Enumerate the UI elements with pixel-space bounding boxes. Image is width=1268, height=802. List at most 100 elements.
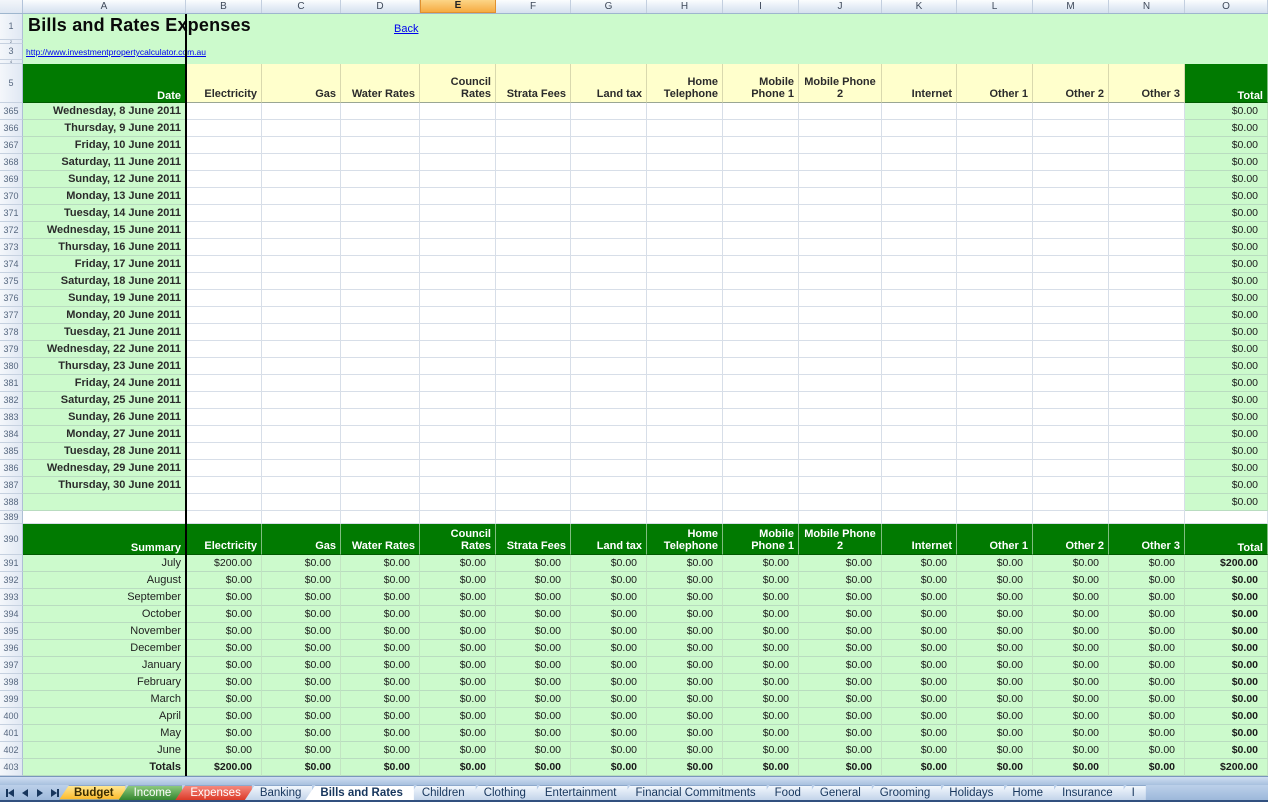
cell-home-telephone[interactable]: $0.00 xyxy=(647,640,723,657)
row-header-369[interactable]: 369 xyxy=(0,171,23,188)
cell-strata-fees[interactable] xyxy=(496,324,571,341)
cell-water-rates[interactable] xyxy=(341,239,420,256)
cell-mobile-phone-2[interactable]: $0.00 xyxy=(799,657,882,674)
cell-water-rates[interactable] xyxy=(341,137,420,154)
cell-land-tax[interactable]: $0.00 xyxy=(571,674,647,691)
summary-header-home-telephone[interactable]: Home Telephone xyxy=(647,524,723,555)
cell-mobile-phone-1[interactable] xyxy=(723,154,799,171)
cell-internet[interactable] xyxy=(882,205,957,222)
cell-total[interactable]: $0.00 xyxy=(1185,460,1268,477)
cell-electricity[interactable]: $0.00 xyxy=(186,742,262,759)
cell-land-tax[interactable] xyxy=(571,409,647,426)
cell-strata-fees[interactable] xyxy=(496,443,571,460)
cell-home-telephone[interactable] xyxy=(647,137,723,154)
cell-internet[interactable] xyxy=(882,341,957,358)
cell-total[interactable]: $0.00 xyxy=(1185,171,1268,188)
cell-other-1[interactable] xyxy=(957,137,1033,154)
cell-mobile-phone-1[interactable]: $0.00 xyxy=(723,572,799,589)
cell-total[interactable]: $0.00 xyxy=(1185,409,1268,426)
cell-land-tax[interactable]: $0.00 xyxy=(571,742,647,759)
cell-land-tax[interactable]: $0.00 xyxy=(571,572,647,589)
cell-home-telephone[interactable] xyxy=(647,154,723,171)
cell-water-rates[interactable] xyxy=(341,460,420,477)
cell-gas[interactable] xyxy=(262,256,341,273)
cell-summary-label[interactable]: May xyxy=(23,725,186,742)
row-header-396[interactable]: 396 xyxy=(0,640,23,657)
cell-gas[interactable] xyxy=(262,358,341,375)
cell-other-1[interactable] xyxy=(957,426,1033,443)
summary-header-mobile-phone-1[interactable]: Mobile Phone 1 xyxy=(723,524,799,555)
cell-other-2[interactable] xyxy=(1033,273,1109,290)
cell-electricity[interactable]: $0.00 xyxy=(186,725,262,742)
cell-mobile-phone-2[interactable]: $0.00 xyxy=(799,555,882,572)
row-header-402[interactable]: 402 xyxy=(0,742,23,759)
daily-header-other-1[interactable]: Other 1 xyxy=(957,64,1033,103)
cell-gas[interactable] xyxy=(262,477,341,494)
cell-empty[interactable] xyxy=(571,511,647,524)
cell-total[interactable]: $0.00 xyxy=(1185,120,1268,137)
cell-strata-fees[interactable] xyxy=(496,375,571,392)
cell-land-tax[interactable] xyxy=(571,171,647,188)
cell-empty[interactable] xyxy=(1109,511,1185,524)
cell-council-rates[interactable]: $0.00 xyxy=(420,640,496,657)
cell-total[interactable]: $0.00 xyxy=(1185,154,1268,171)
cell-electricity[interactable] xyxy=(186,239,262,256)
cell-mobile-phone-2[interactable] xyxy=(799,392,882,409)
cell-empty[interactable] xyxy=(1185,511,1268,524)
cell-other-3[interactable]: $0.00 xyxy=(1109,725,1185,742)
cell-electricity[interactable]: $0.00 xyxy=(186,708,262,725)
select-all-corner[interactable] xyxy=(0,0,23,13)
tab-scroll-next-button[interactable] xyxy=(34,786,45,799)
row-header-368[interactable]: 368 xyxy=(0,154,23,171)
cell-empty[interactable] xyxy=(1033,511,1109,524)
cell-electricity[interactable] xyxy=(186,477,262,494)
cell-internet[interactable]: $0.00 xyxy=(882,691,957,708)
cell-other-2[interactable] xyxy=(1033,205,1109,222)
row-header-385[interactable]: 385 xyxy=(0,443,23,460)
cell-electricity[interactable]: $0.00 xyxy=(186,640,262,657)
cell-electricity[interactable] xyxy=(186,324,262,341)
cell-water-rates[interactable]: $0.00 xyxy=(341,708,420,725)
cell-mobile-phone-1[interactable]: $0.00 xyxy=(723,657,799,674)
cell-total[interactable]: $0.00 xyxy=(1185,290,1268,307)
cell-home-telephone[interactable]: $0.00 xyxy=(647,606,723,623)
cell-home-telephone[interactable]: $0.00 xyxy=(647,725,723,742)
cell-date[interactable]: Tuesday, 14 June 2011 xyxy=(23,205,186,222)
cell-council-rates[interactable]: $0.00 xyxy=(420,691,496,708)
tab-scroll-previous-button[interactable] xyxy=(19,786,30,799)
cell-land-tax[interactable]: $0.00 xyxy=(571,657,647,674)
cell-total[interactable]: $0.00 xyxy=(1185,742,1268,759)
row-header-397[interactable]: 397 xyxy=(0,657,23,674)
cell-date[interactable]: Monday, 20 June 2011 xyxy=(23,307,186,324)
cell-council-rates[interactable]: $0.00 xyxy=(420,572,496,589)
cell-other-2[interactable] xyxy=(1033,222,1109,239)
cell-other-3[interactable] xyxy=(1109,460,1185,477)
cell-other-1[interactable]: $0.00 xyxy=(957,572,1033,589)
cell-water-rates[interactable] xyxy=(341,443,420,460)
cell-mobile-phone-2[interactable] xyxy=(799,443,882,460)
cell-other-1[interactable] xyxy=(957,171,1033,188)
cell-total[interactable]: $0.00 xyxy=(1185,375,1268,392)
cell-electricity[interactable] xyxy=(186,120,262,137)
cell-total[interactable]: $0.00 xyxy=(1185,640,1268,657)
cell-other-1[interactable]: $0.00 xyxy=(957,759,1033,776)
cell-strata-fees[interactable]: $0.00 xyxy=(496,691,571,708)
cell-mobile-phone-2[interactable] xyxy=(799,103,882,120)
cell-internet[interactable] xyxy=(882,358,957,375)
cell-land-tax[interactable]: $0.00 xyxy=(571,555,647,572)
cell-mobile-phone-2[interactable] xyxy=(799,256,882,273)
cell-electricity[interactable] xyxy=(186,154,262,171)
cell-council-rates[interactable] xyxy=(420,494,496,511)
cell-land-tax[interactable]: $0.00 xyxy=(571,691,647,708)
cell-other-3[interactable] xyxy=(1109,392,1185,409)
row-header-387[interactable]: 387 xyxy=(0,477,23,494)
cell-strata-fees[interactable] xyxy=(496,205,571,222)
cell-land-tax[interactable] xyxy=(571,205,647,222)
cell-other-1[interactable] xyxy=(957,409,1033,426)
cell-total[interactable]: $0.00 xyxy=(1185,443,1268,460)
cell-other-1[interactable] xyxy=(957,443,1033,460)
cell-total[interactable]: $0.00 xyxy=(1185,256,1268,273)
column-header-m[interactable]: M xyxy=(1033,0,1109,13)
cell-mobile-phone-1[interactable] xyxy=(723,273,799,290)
cell-home-telephone[interactable]: $0.00 xyxy=(647,555,723,572)
